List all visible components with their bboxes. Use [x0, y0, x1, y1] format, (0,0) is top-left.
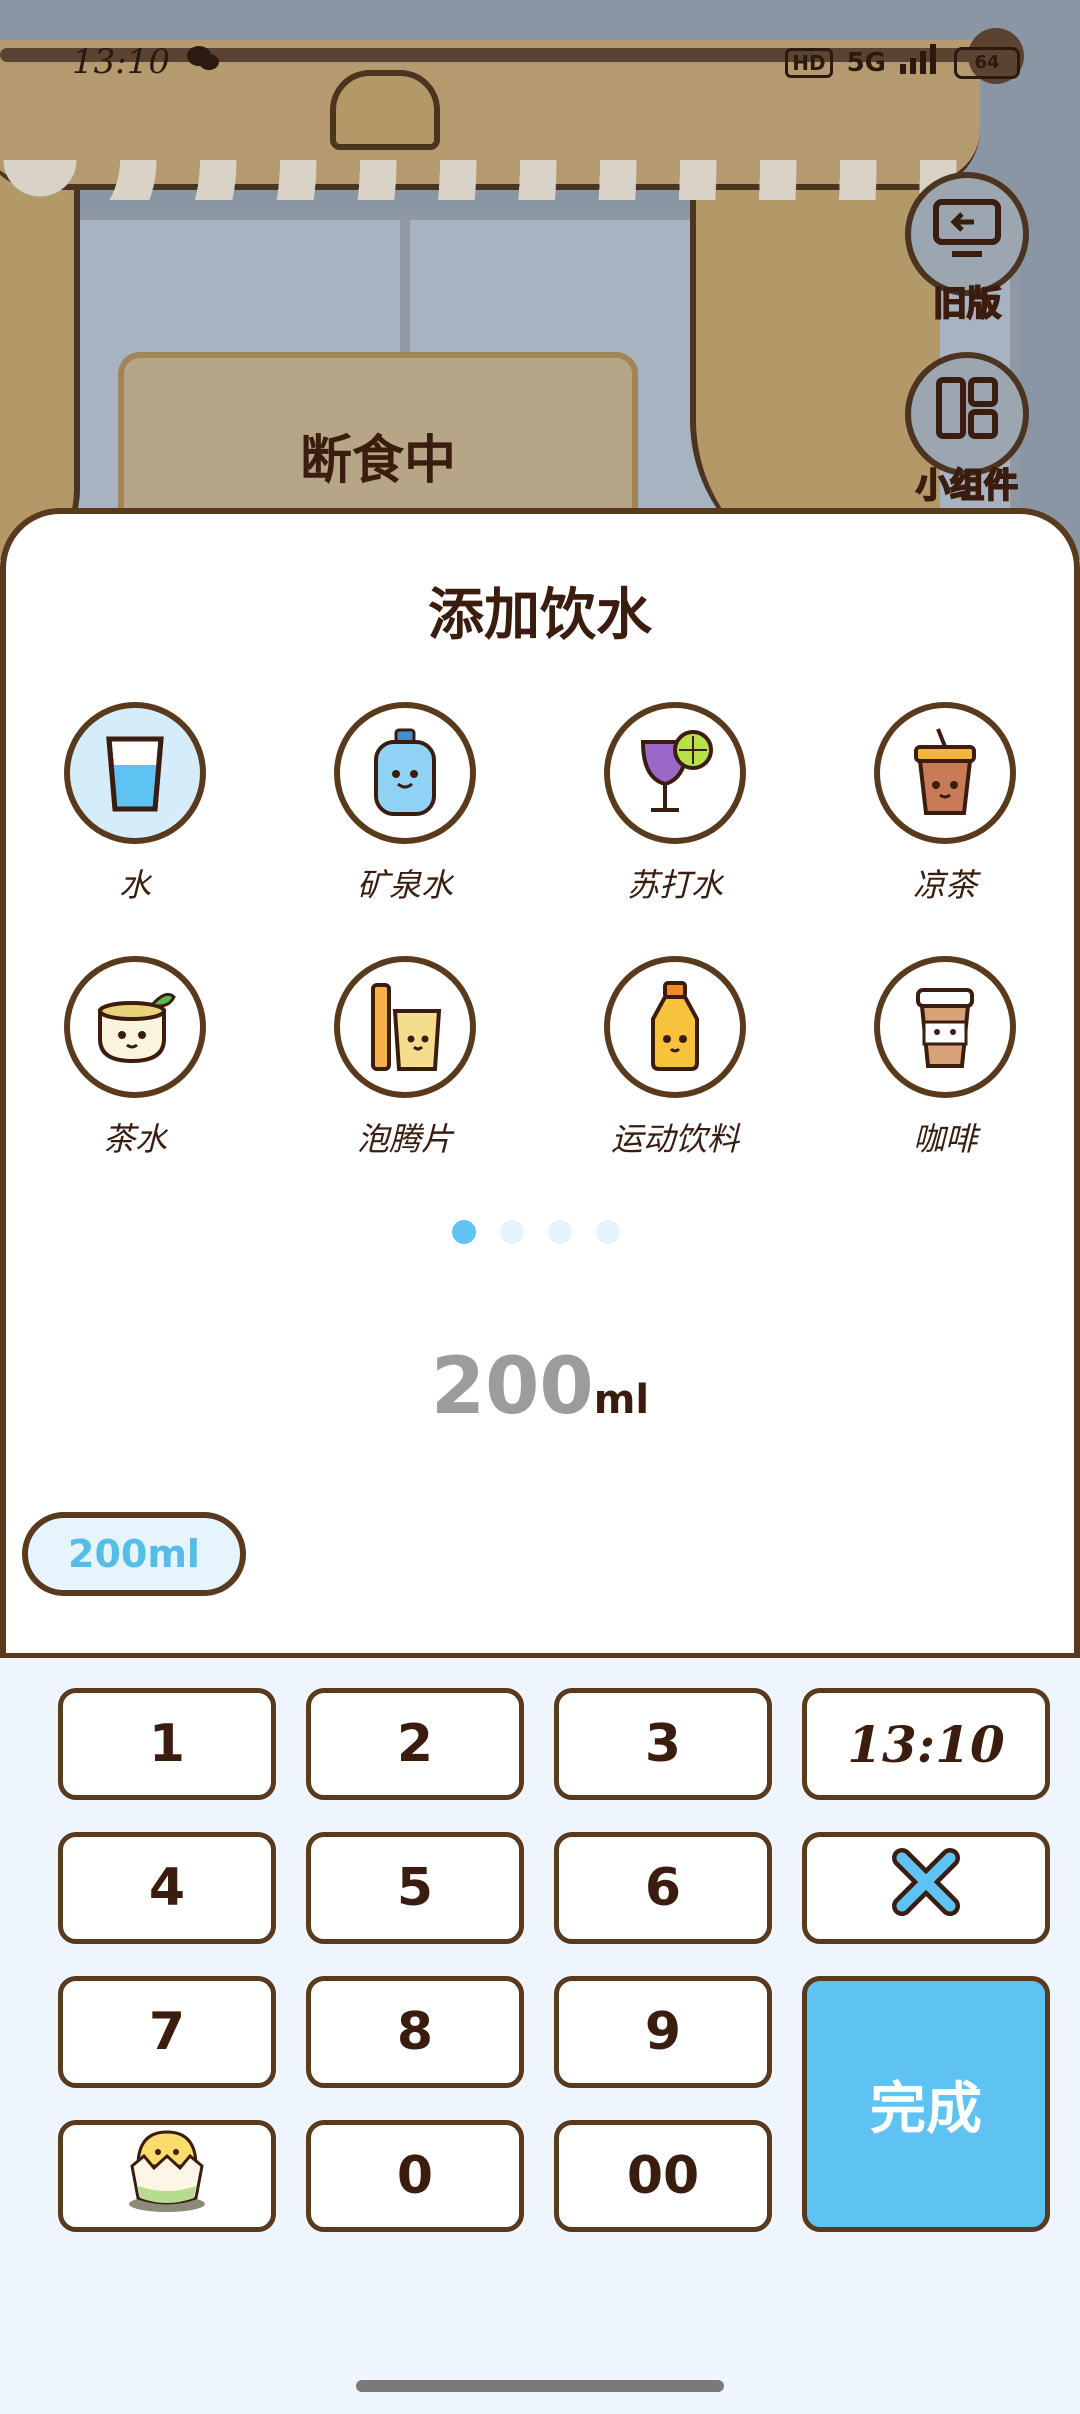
- curtain-ruffle: [0, 160, 960, 200]
- page-dot[interactable]: [596, 1220, 620, 1244]
- drink-label: 运动饮料: [610, 1120, 739, 1158]
- key-9[interactable]: 9: [554, 1976, 772, 2088]
- backspace-button[interactable]: [802, 1832, 1050, 1944]
- done-button[interactable]: 完成: [802, 1976, 1050, 2232]
- status-right-group: HD 5G 64: [785, 44, 1020, 81]
- status-time: 13:10: [72, 42, 170, 82]
- key-0[interactable]: 0: [306, 2120, 524, 2232]
- key-2[interactable]: 2: [306, 1688, 524, 1800]
- tea-bowl-icon: [64, 956, 208, 1098]
- drink-label: 凉茶: [912, 866, 977, 904]
- drink-cold-tea[interactable]: 凉茶: [845, 702, 1045, 906]
- drink-label: 泡腾片: [356, 1120, 453, 1158]
- sheet-title: 添加饮水: [428, 583, 652, 648]
- back-screen-icon: [932, 198, 1002, 271]
- amount-value: 200: [430, 1342, 594, 1432]
- network-label: 5G: [846, 47, 886, 78]
- drink-water[interactable]: 水: [35, 702, 235, 906]
- key-3[interactable]: 3: [554, 1688, 772, 1800]
- wechat-icon: [186, 44, 220, 82]
- widgets-icon: [935, 376, 999, 453]
- hd-badge: HD: [785, 47, 833, 78]
- key-4[interactable]: 4: [58, 1832, 276, 1944]
- battery-icon: 64: [954, 46, 1020, 79]
- effervescent-tablet-icon: [334, 956, 478, 1098]
- drink-sports[interactable]: 运动饮料: [575, 956, 775, 1160]
- drink-mineral-water[interactable]: 矿泉水: [305, 702, 505, 906]
- drink-soda[interactable]: 苏打水: [575, 702, 775, 906]
- page-indicator: [452, 1220, 620, 1244]
- key-00[interactable]: 00: [554, 2120, 772, 2232]
- page-dot[interactable]: [548, 1220, 572, 1244]
- soda-glass-icon: [604, 702, 748, 844]
- drink-coffee[interactable]: 咖啡: [845, 956, 1045, 1160]
- water-jug-icon: [334, 702, 478, 844]
- cold-tea-cup-icon: [874, 702, 1018, 844]
- water-glass-icon: [64, 702, 208, 844]
- amount-display: 200ml: [0, 1342, 1080, 1432]
- drink-label: 苏打水: [626, 866, 723, 904]
- drink-label: 茶水: [102, 1120, 167, 1158]
- key-8[interactable]: 8: [306, 1976, 524, 2088]
- widgets-label: 小组件: [915, 465, 1019, 507]
- page-dot[interactable]: [500, 1220, 524, 1244]
- coffee-cup-icon: [874, 956, 1018, 1098]
- key-6[interactable]: 6: [554, 1832, 772, 1944]
- drink-label: 咖啡: [912, 1120, 977, 1158]
- preset-amount-chip[interactable]: 200ml: [22, 1512, 246, 1596]
- sports-drink-bottle-icon: [604, 956, 748, 1098]
- old-version-label: 旧版: [932, 283, 1002, 325]
- drink-label: 矿泉水: [356, 866, 453, 904]
- chick-egg-icon: [122, 2126, 212, 2227]
- drink-effervescent[interactable]: 泡腾片: [305, 956, 505, 1160]
- home-indicator[interactable]: [356, 2380, 724, 2392]
- key-5[interactable]: 5: [306, 1832, 524, 1944]
- time-picker-key[interactable]: 13:10: [802, 1688, 1050, 1800]
- drink-label: 水: [118, 866, 151, 904]
- battery-level: 64: [974, 52, 1000, 73]
- amount-unit: ml: [593, 1377, 650, 1423]
- status-bar: 13:10 HD 5G 64: [0, 0, 1080, 120]
- drink-tea[interactable]: 茶水: [35, 956, 235, 1160]
- key-7[interactable]: 7: [58, 1976, 276, 2088]
- signal-icon: [900, 44, 940, 81]
- curtain-left: [0, 150, 80, 560]
- key-1[interactable]: 1: [58, 1688, 276, 1800]
- mascot-key[interactable]: [58, 2120, 276, 2232]
- page-dot[interactable]: [452, 1220, 476, 1244]
- close-x-icon: [888, 1844, 964, 1933]
